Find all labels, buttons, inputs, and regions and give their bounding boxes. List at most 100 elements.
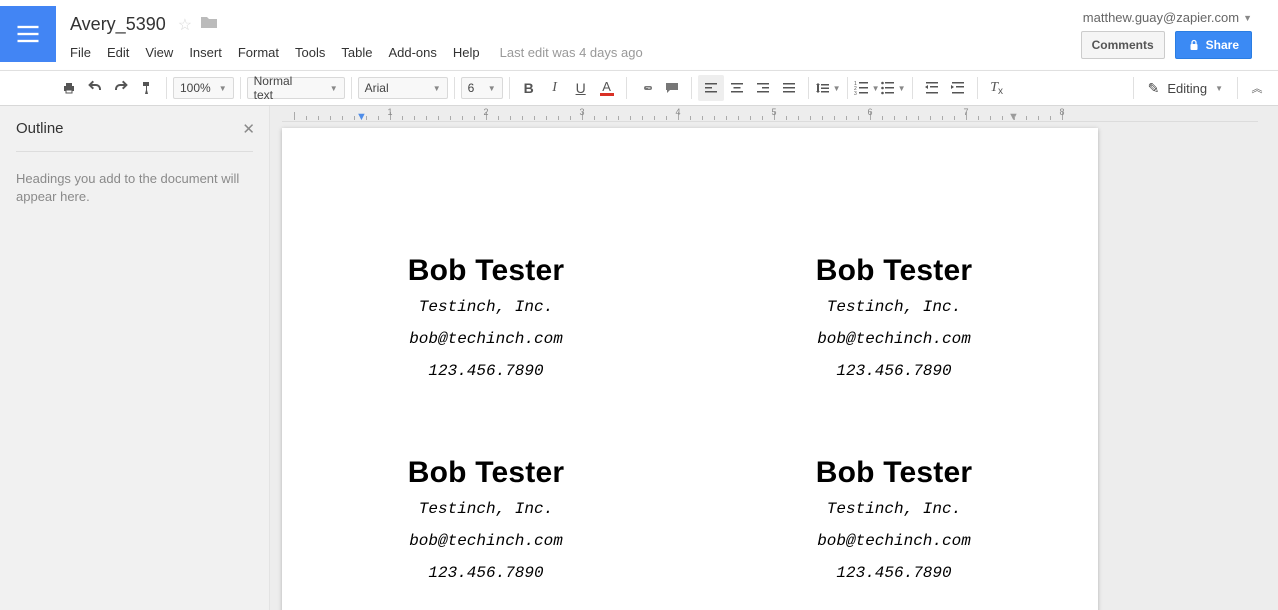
zoom-value: 100% [180, 81, 211, 95]
user-email: matthew.guay@zapier.com [1083, 10, 1239, 25]
align-right-button[interactable] [750, 75, 776, 101]
doc-title[interactable]: Avery_5390 [66, 12, 170, 37]
ruler-tick [954, 116, 955, 120]
ruler-tick [402, 116, 403, 120]
star-icon[interactable]: ☆ [178, 15, 192, 35]
comments-button[interactable]: Comments [1081, 31, 1165, 59]
label-grid: Bob TesterTestinch, Inc.bob@techinch.com… [282, 238, 1098, 610]
label-company: Testinch, Inc. [302, 298, 670, 316]
ruler-number: 3 [579, 107, 584, 117]
ruler-tick [318, 116, 319, 120]
undo-button[interactable] [82, 75, 108, 101]
ruler-tick [726, 116, 727, 120]
editing-label: Editing [1167, 81, 1207, 96]
ruler-tick [882, 116, 883, 120]
lock-icon [1188, 39, 1200, 51]
italic-button[interactable]: I [542, 75, 568, 101]
ruler-tick [714, 116, 715, 120]
ruler-tick [846, 116, 847, 120]
decrease-indent-button[interactable] [919, 75, 945, 101]
line-spacing-button[interactable]: ▼ [815, 75, 841, 101]
add-comment-button[interactable] [659, 75, 685, 101]
docs-logo[interactable] [0, 6, 56, 62]
clear-formatting-button[interactable]: Tx [984, 75, 1010, 101]
editing-mode-button[interactable]: ✎ Editing ▼ [1140, 80, 1231, 97]
ruler-tick [1050, 116, 1051, 120]
outline-panel: Outline ✕ Headings you add to the docume… [0, 106, 270, 610]
underline-button[interactable]: U [568, 75, 594, 101]
menu-table[interactable]: Table [333, 41, 380, 64]
print-button[interactable] [56, 75, 82, 101]
label-company: Testinch, Inc. [710, 298, 1078, 316]
align-center-button[interactable] [724, 75, 750, 101]
ruler-tick [414, 116, 415, 120]
document-page[interactable]: Bob TesterTestinch, Inc.bob@techinch.com… [282, 128, 1098, 610]
share-label: Share [1206, 38, 1239, 52]
ruler-tick [570, 116, 571, 120]
bulleted-list-button[interactable]: ▼ [880, 75, 906, 101]
ruler-number: 6 [867, 107, 872, 117]
insert-link-button[interactable] [633, 75, 659, 101]
label-card[interactable]: Bob TesterTestinch, Inc.bob@techinch.com… [282, 440, 690, 610]
ruler-tick [1002, 116, 1003, 120]
menu-insert[interactable]: Insert [181, 41, 230, 64]
ruler-tick [306, 116, 307, 120]
title-area: Avery_5390 ☆ File Edit View Insert Forma… [56, 6, 1081, 70]
text-color-button[interactable]: A [594, 75, 620, 101]
ruler-number: 8 [1059, 107, 1064, 117]
ruler-tick [510, 116, 511, 120]
redo-button[interactable] [108, 75, 134, 101]
align-left-button[interactable] [698, 75, 724, 101]
label-email: bob@techinch.com [710, 532, 1078, 550]
svg-text:3: 3 [854, 91, 857, 96]
fontsize-combo[interactable]: 6▼ [461, 77, 503, 99]
collapse-toolbar-button[interactable]: ︽ [1244, 75, 1270, 101]
paint-format-button[interactable] [134, 75, 160, 101]
ruler-number: 4 [675, 107, 680, 117]
menu-view[interactable]: View [137, 41, 181, 64]
menu-format[interactable]: Format [230, 41, 287, 64]
account-menu[interactable]: matthew.guay@zapier.com ▼ [1083, 10, 1252, 25]
ruler-tick [594, 116, 595, 120]
ruler[interactable]: ▼ ▼ 12345678 [282, 106, 1258, 122]
separator [509, 77, 510, 99]
menu-addons[interactable]: Add-ons [380, 41, 444, 64]
close-outline-button[interactable]: ✕ [242, 120, 255, 138]
label-card[interactable]: Bob TesterTestinch, Inc.bob@techinch.com… [282, 238, 690, 440]
ruler-tick [606, 116, 607, 120]
menu-help[interactable]: Help [445, 41, 488, 64]
ruler-tick [354, 116, 355, 120]
ruler-tick [522, 116, 523, 120]
app-header: Avery_5390 ☆ File Edit View Insert Forma… [0, 0, 1278, 70]
ruler-tick [906, 116, 907, 120]
label-email: bob@techinch.com [302, 330, 670, 348]
font-combo[interactable]: Arial▼ [358, 77, 448, 99]
zoom-combo[interactable]: 100%▼ [173, 77, 234, 99]
align-justify-button[interactable] [776, 75, 802, 101]
fontsize-value: 6 [468, 81, 475, 95]
toolbar: 100%▼ Normal text▼ Arial▼ 6▼ B I U A ▼ 1… [0, 70, 1278, 106]
chevron-down-icon: ▼ [330, 84, 338, 93]
separator [1237, 77, 1238, 99]
ruler-tick [690, 116, 691, 120]
ruler-tick [822, 116, 823, 120]
share-button[interactable]: Share [1175, 31, 1252, 59]
label-card[interactable]: Bob TesterTestinch, Inc.bob@techinch.com… [690, 238, 1098, 440]
style-combo[interactable]: Normal text▼ [247, 77, 345, 99]
ruler-tick [990, 116, 991, 120]
ruler-tick [534, 116, 535, 120]
ruler-tick [894, 116, 895, 120]
menu-tools[interactable]: Tools [287, 41, 333, 64]
label-card[interactable]: Bob TesterTestinch, Inc.bob@techinch.com… [690, 440, 1098, 610]
folder-icon[interactable] [200, 15, 218, 34]
bold-button[interactable]: B [516, 75, 542, 101]
numbered-list-button[interactable]: 123▼ [854, 75, 880, 101]
label-company: Testinch, Inc. [302, 500, 670, 518]
ruler-number: 7 [963, 107, 968, 117]
menu-edit[interactable]: Edit [99, 41, 137, 64]
separator [808, 77, 809, 99]
menu-file[interactable]: File [62, 41, 99, 64]
canvas[interactable]: ▼ ▼ 12345678 Bob TesterTestinch, Inc.bob… [270, 106, 1278, 610]
increase-indent-button[interactable] [945, 75, 971, 101]
separator [691, 77, 692, 99]
